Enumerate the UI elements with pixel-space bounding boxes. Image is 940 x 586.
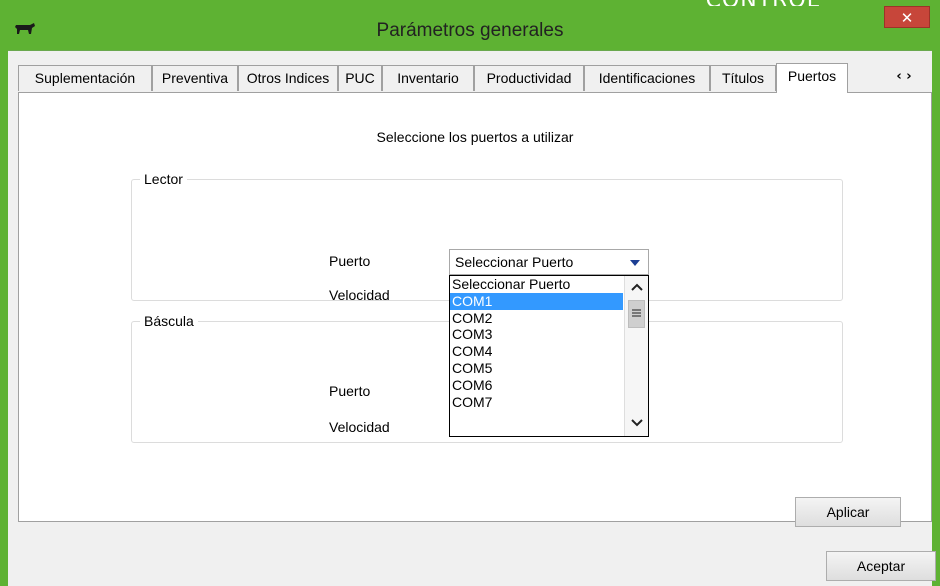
tab-identificaciones[interactable]: Identificaciones (584, 65, 710, 91)
tab-strip: Suplementación Preventiva Otros Indices … (18, 63, 922, 93)
tab-titulos[interactable]: Títulos (710, 65, 776, 91)
bascula-speed-label: Velocidad (329, 419, 390, 435)
tab-puertos[interactable]: Puertos (776, 63, 848, 93)
accept-button[interactable]: Aceptar (826, 551, 936, 581)
title-bar[interactable]: Parámetros generales ✕ (8, 6, 932, 50)
bascula-port-label: Puerto (329, 383, 371, 399)
instruction-text: Seleccione los puertos a utilizar (376, 129, 574, 145)
bascula-legend: Báscula (140, 313, 198, 329)
port-options: Seleccionar Puerto COM1 COM2 COM3 COM4 C… (450, 276, 623, 410)
tab-preventiva[interactable]: Preventiva (152, 65, 238, 91)
list-item[interactable]: Seleccionar Puerto (450, 276, 623, 293)
tab-suplementacion[interactable]: Suplementación (18, 65, 152, 91)
tab-otros-indices[interactable]: Otros Indices (238, 65, 338, 91)
list-item[interactable]: COM5 (450, 360, 623, 377)
tab-productividad[interactable]: Productividad (474, 65, 584, 91)
dropdown-scrollbar[interactable] (624, 276, 648, 436)
chevron-down-icon[interactable] (625, 414, 648, 434)
dialog-client-area: Suplementación Preventiva Otros Indices … (8, 50, 936, 586)
lector-speed-label: Velocidad (329, 287, 390, 303)
scroll-thumb[interactable] (628, 300, 645, 328)
chevron-left-icon[interactable]: ‹ (896, 69, 901, 84)
chevron-up-icon[interactable] (625, 278, 648, 298)
lector-legend: Lector (140, 171, 187, 187)
tab-page-puertos: Seleccione los puertos a utilizar Lector… (18, 92, 932, 527)
apply-button[interactable]: Aplicar (795, 497, 901, 527)
tab-puc[interactable]: PUC (338, 65, 382, 91)
list-item[interactable]: COM7 (450, 394, 623, 411)
list-item[interactable]: COM1 (450, 292, 623, 310)
port-dropdown-list[interactable]: Seleccionar Puerto COM1 COM2 COM3 COM4 C… (449, 275, 649, 437)
dialog-window: Parámetros generales ✕ Suplementación Pr… (0, 6, 940, 586)
chevron-down-icon[interactable] (630, 260, 640, 266)
list-item[interactable]: COM6 (450, 377, 623, 394)
list-item[interactable]: COM4 (450, 343, 623, 360)
lector-port-label: Puerto (329, 253, 371, 269)
lector-port-select[interactable]: Seleccionar Puerto (449, 249, 649, 275)
close-icon: ✕ (900, 9, 914, 27)
list-item[interactable]: COM2 (450, 310, 623, 327)
list-item[interactable]: COM3 (450, 326, 623, 343)
grip-icon (632, 309, 641, 317)
tab-scroll-buttons[interactable]: ‹ › (886, 65, 922, 89)
tab-inventario[interactable]: Inventario (382, 65, 474, 91)
lector-port-value: Seleccionar Puerto (455, 254, 574, 270)
close-button[interactable]: ✕ (884, 6, 930, 28)
chevron-right-icon[interactable]: › (906, 69, 911, 84)
window-title: Parámetros generales (376, 20, 564, 41)
